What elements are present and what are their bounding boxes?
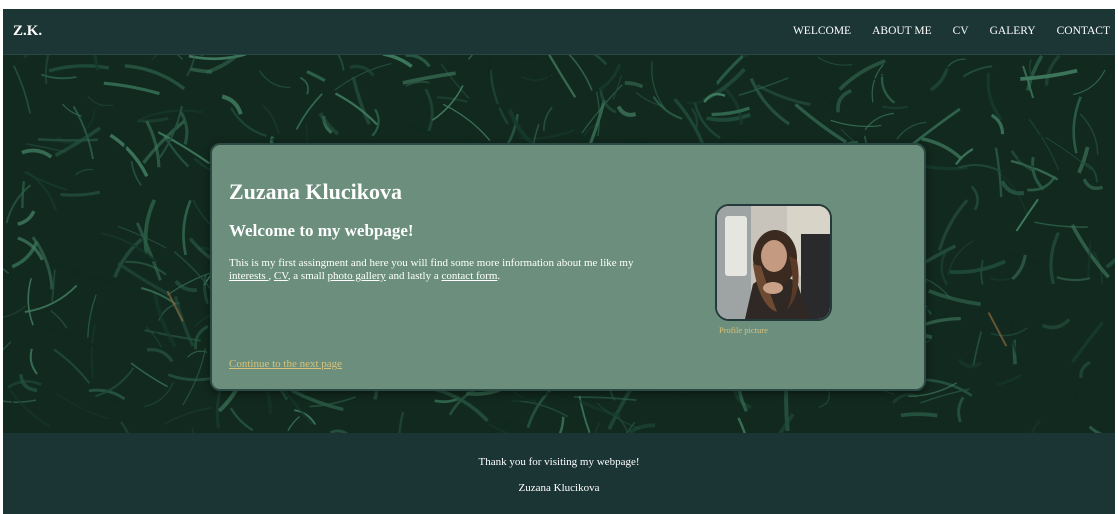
intro-end: . — [497, 270, 501, 282]
nav-link-welcome[interactable]: WELCOME — [793, 25, 851, 37]
nav-link-galery[interactable]: GALERY — [990, 25, 1036, 37]
footer-name: Zuzana Klucikova — [518, 482, 600, 494]
interests-link[interactable]: interests — [229, 270, 268, 282]
navbar: Z.K. WELCOME ABOUT ME CV GALERY CONTACT — [3, 9, 1115, 55]
profile-caption: Profile picture — [719, 325, 768, 335]
brand-logo[interactable]: Z.K. — [13, 23, 42, 40]
photo-gallery-link[interactable]: photo gallery — [328, 270, 386, 282]
continue-link[interactable]: Continue to the next page — [229, 358, 342, 370]
nav-links: WELCOME ABOUT ME CV GALERY CONTACT — [793, 25, 1110, 37]
page-title: Zuzana Klucikova — [229, 179, 402, 204]
nav-link-about-me[interactable]: ABOUT ME — [872, 25, 932, 37]
profile-picture — [715, 204, 832, 321]
intro-text: This is my first assingment and here you… — [229, 257, 634, 269]
profile-photo — [717, 206, 830, 319]
footer: Thank you for visiting my webpage! Zuzan… — [3, 434, 1115, 514]
intro-separator: , a small — [287, 270, 328, 282]
welcome-heading: Welcome to my webpage! — [229, 221, 414, 240]
nav-link-cv[interactable]: CV — [953, 25, 969, 37]
page: Z.K. WELCOME ABOUT ME CV GALERY CONTACT … — [3, 9, 1115, 514]
cv-link[interactable]: CV — [274, 270, 288, 282]
intro-paragraph: This is my first assingment and here you… — [229, 257, 649, 283]
intro-separator: and lastly a — [385, 270, 442, 282]
welcome-card: Zuzana Klucikova Welcome to my webpage! … — [210, 143, 926, 391]
footer-thanks-text: Thank you for visiting my webpage! — [478, 456, 640, 468]
nav-link-contact[interactable]: CONTACT — [1057, 25, 1110, 37]
contact-form-link[interactable]: contact form — [441, 270, 497, 282]
hero-section: Zuzana Klucikova Welcome to my webpage! … — [3, 55, 1115, 433]
